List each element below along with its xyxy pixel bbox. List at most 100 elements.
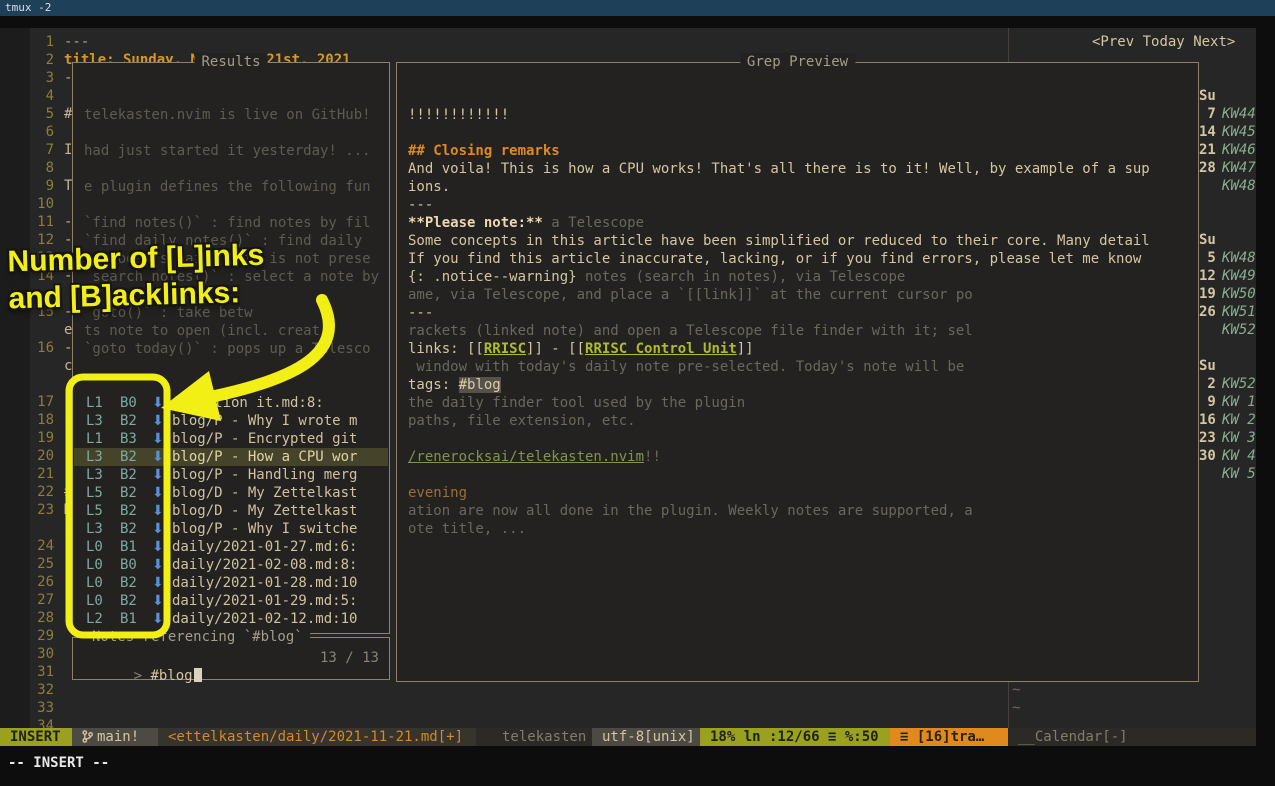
preview-line: --- — [408, 196, 1193, 214]
preview-text-segment: If you find this article inaccurate, lac… — [408, 251, 1141, 267]
calendar-sunday-cell[interactable]: 16 — [1199, 411, 1216, 429]
calendar-sunday-cell[interactable]: Su — [1199, 231, 1216, 249]
preview-line: ions. — [408, 178, 1193, 196]
calendar-week-number: KW48 — [1222, 177, 1256, 195]
calendar-sunday-cell[interactable]: 30 — [1199, 447, 1216, 465]
preview-line: ation are now all done in the plugin. We… — [408, 502, 1193, 520]
line-number: 15 — [28, 303, 54, 321]
line-number: 14 — [28, 267, 54, 285]
mode-indicator: INSERT — [0, 728, 72, 746]
preview-text-segment: !!!!!!!!!!!! — [408, 107, 509, 123]
preview-line: ame, via Telescope, and place a `[[link]… — [408, 286, 1193, 304]
calendar-sunday-cell[interactable]: 14 — [1199, 123, 1216, 141]
result-item-label: daily/2021-02-08.md:8: — [172, 556, 357, 574]
line-number: 11 — [28, 213, 54, 231]
backlink-count: B2 — [120, 484, 137, 502]
link-count: L2 — [86, 610, 103, 628]
calendar-sunday-cell[interactable]: 5 — [1199, 249, 1216, 267]
preview-text-segment: --- — [408, 305, 433, 321]
result-item[interactable]: L2B1⬇daily/2021-02-12.md:10 — [74, 610, 388, 628]
tmux-session-title: tmux -2 — [5, 1, 51, 14]
preview-line: links: [[RRISC]] - [[RRISC Control Unit]… — [408, 340, 1193, 358]
down-arrow-icon: ⬇ — [152, 502, 164, 520]
preview-text-segment: !! — [644, 449, 661, 465]
buffer-line: 1--- — [0, 33, 1008, 51]
line-number: 31 — [28, 663, 54, 681]
preview-text-segment: RRISC — [484, 341, 526, 357]
git-branch-icon — [82, 730, 93, 746]
result-item[interactable]: L3B2⬇blog/P - Handling merg — [74, 466, 388, 484]
link-count: L3 — [86, 466, 103, 484]
calendar-sunday-cell[interactable]: 7 — [1199, 105, 1216, 123]
calendar-sunday-cell[interactable]: 28 — [1199, 159, 1216, 177]
preview-text-segment: #blog — [459, 377, 501, 393]
backlink-count: B2 — [120, 412, 137, 430]
link-count: L3 — [86, 448, 103, 466]
result-item[interactable]: L0B0⬇daily/2021-02-08.md:8: — [74, 556, 388, 574]
result-item[interactable]: L3B2⬇blog/P - Why I wrote m — [74, 412, 388, 430]
calendar-today-button[interactable]: Today — [1143, 34, 1185, 50]
result-item[interactable]: L3B2⬇blog/P - How a CPU wor — [74, 448, 388, 466]
preview-line: rackets (linked note) and open a Telesco… — [408, 322, 1193, 340]
calendar-sunday-cell[interactable]: Su — [1199, 357, 1216, 375]
link-count: L5 — [86, 502, 103, 520]
backlink-count: B2 — [120, 466, 137, 484]
calendar-sunday-cell[interactable]: 19 — [1199, 285, 1216, 303]
preview-text-segment: tags: — [408, 377, 459, 393]
link-count: L3 — [86, 520, 103, 538]
result-item-label: i mention it.md:8: — [172, 394, 324, 412]
prompt-query: #blog — [150, 668, 192, 684]
result-item[interactable]: L1B0⬇i mention it.md:8: — [74, 394, 388, 412]
preview-line: **Please note:** a Telescope — [408, 214, 1193, 232]
calendar-sunday-cell[interactable]: 21 — [1199, 141, 1216, 159]
down-arrow-icon: ⬇ — [152, 556, 164, 574]
line-number: 30 — [28, 645, 54, 663]
result-item[interactable]: L3B2⬇blog/P - Why I switche — [74, 520, 388, 538]
statusline-center: telekasten — [476, 728, 592, 746]
backlink-count: B0 — [120, 394, 137, 412]
search-input[interactable]: > #blog — [83, 649, 202, 703]
calendar-next-button[interactable]: Next> — [1193, 34, 1235, 50]
calendar-sunday-cell[interactable]: 23 — [1199, 429, 1216, 447]
results-ghost-text: `find notes()` : find notes by fil — [84, 214, 371, 232]
line-number: 4 — [28, 87, 54, 105]
result-item[interactable]: L0B1⬇daily/2021-01-27.md:6: — [74, 538, 388, 556]
calendar-sunday-cell[interactable]: 2 — [1199, 375, 1216, 393]
result-item[interactable]: L5B2⬇blog/D - My Zettelkast — [74, 484, 388, 502]
calendar-prev-button[interactable]: <Prev — [1092, 34, 1134, 50]
result-item[interactable]: L0B2⬇daily/2021-01-28.md:10 — [74, 574, 388, 592]
calendar-week-number: KW44 — [1222, 105, 1256, 123]
calendar-week-number: KW 1 — [1222, 393, 1256, 411]
calendar-sunday-cell[interactable]: 12 — [1199, 267, 1216, 285]
calendar-sunday-cell[interactable]: Su — [1199, 87, 1216, 105]
down-arrow-icon: ⬇ — [152, 412, 164, 430]
result-item[interactable]: L0B2⬇daily/2021-01-29.md:5: — [74, 592, 388, 610]
calendar-week-number: KW47 — [1222, 159, 1256, 177]
line-number: 21 — [28, 465, 54, 483]
line-number: 9 — [28, 177, 54, 195]
preview-text-segment: --- — [408, 197, 433, 213]
results-ghost-text: `goto today()` : pops up a Telesco — [84, 340, 371, 358]
preview-text-segment: a Telescope — [543, 215, 644, 231]
calendar-sunday-cell[interactable]: 9 — [1199, 393, 1216, 411]
result-item-label: daily/2021-02-12.md:10 — [172, 610, 357, 628]
calendar-week-number: KW 4 — [1222, 447, 1256, 465]
calendar-sunday-cell[interactable]: 26 — [1199, 303, 1216, 321]
preview-line: tags: #blog — [408, 376, 1193, 394]
calendar-week-number: KW52 — [1222, 321, 1256, 339]
preview-text-segment: rackets (linked note) and open a Telesco… — [408, 323, 973, 339]
backlink-count: B2 — [120, 574, 137, 592]
calendar-week-number: KW 3 — [1222, 429, 1256, 447]
preview-text-segment: links: [[ — [408, 341, 484, 357]
result-item-label: blog/P - Why I wrote m — [172, 412, 357, 430]
screen: tmux -2 1---2title: Sunday, November 21s… — [0, 0, 1275, 786]
result-item[interactable]: L5B2⬇blog/D - My Zettelkast — [74, 502, 388, 520]
line-number: 20 — [28, 447, 54, 465]
calendar-week-number: KW 5 — [1222, 465, 1256, 483]
preview-text-segment: paths, file extension, etc. — [408, 413, 636, 429]
link-count: L1 — [86, 430, 103, 448]
result-item-label: blog/P - Encrypted git — [172, 430, 357, 448]
preview-text-segment: ## Closing remarks — [408, 143, 560, 159]
result-item[interactable]: L1B3⬇blog/P - Encrypted git — [74, 430, 388, 448]
down-arrow-icon: ⬇ — [152, 448, 164, 466]
